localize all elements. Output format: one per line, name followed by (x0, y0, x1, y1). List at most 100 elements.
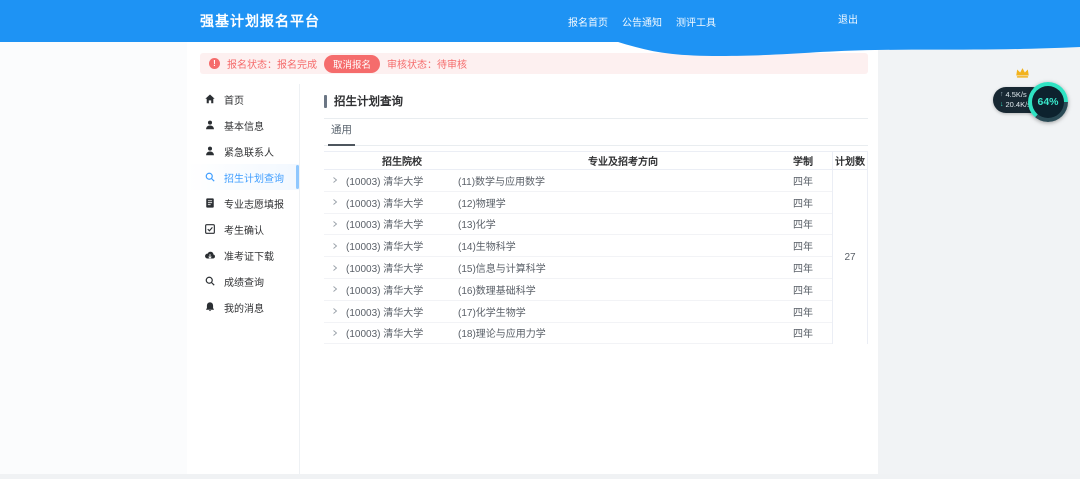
sidebar-item-label: 紧急联系人 (224, 144, 274, 159)
college-cell: (10003) 清华大学 (346, 282, 458, 297)
nav-item-notice[interactable]: 公告通知 (622, 14, 662, 29)
table-row[interactable]: (10003) 清华大学(12)物理学四年 (324, 192, 832, 214)
check-icon (204, 223, 216, 235)
search-icon (204, 171, 216, 183)
bell-icon (204, 301, 216, 313)
duration-cell: 四年 (788, 238, 832, 253)
duration-cell: 四年 (788, 260, 832, 275)
percent-value: 64% (1037, 96, 1058, 108)
expand-chevron-icon[interactable] (324, 285, 346, 293)
section-title-row: 招生计划查询 (324, 93, 868, 109)
sidebar-item-ticket-download[interactable]: 准考证下载 (187, 242, 299, 268)
duration-cell: 四年 (788, 282, 832, 297)
registration-status-text: 报名状态：报名完成 (227, 56, 317, 71)
sidebar-menu: 首页基本信息紧急联系人招生计划查询专业志愿填报考生确认准考证下载成绩查询我的消息 (187, 84, 300, 474)
info-icon: ! (209, 58, 220, 69)
app-title: 强基计划报名平台 (200, 0, 320, 42)
expand-chevron-icon[interactable] (324, 264, 346, 272)
upload-arrow-icon: ↑ (1000, 91, 1004, 100)
sidebar-item-home[interactable]: 首页 (187, 86, 299, 112)
tab-general[interactable]: 通用 (328, 122, 355, 146)
college-cell: (10003) 清华大学 (346, 173, 458, 188)
nav-item-home[interactable]: 报名首页 (568, 14, 608, 29)
table-header-row: 招生院校 专业及招考方向 学制 计划数 (324, 151, 868, 170)
nav-item-guide[interactable]: 测评工具 (676, 14, 716, 29)
sidebar-item-label: 首页 (224, 92, 244, 107)
sidebar-item-major-preference[interactable]: 专业志愿填报 (187, 190, 299, 216)
expand-chevron-icon[interactable] (324, 307, 346, 315)
page-title: 招生计划查询 (334, 93, 403, 109)
college-cell: (10003) 清华大学 (346, 304, 458, 319)
download-icon (204, 249, 216, 261)
user-icon (204, 119, 216, 131)
table-row[interactable]: (10003) 清华大学(18)理论与应用力学四年 (324, 323, 832, 345)
plan-count-cell: 27 (832, 170, 868, 344)
table-rows: (10003) 清华大学(11)数学与应用数学四年(10003) 清华大学(12… (324, 170, 832, 344)
sidebar-item-candidate-confirm[interactable]: 考生确认 (187, 216, 299, 242)
search-icon (204, 275, 216, 287)
college-cell: (10003) 清华大学 (346, 216, 458, 231)
section-title-bar (324, 95, 327, 108)
header-major: 专业及招考方向 (458, 152, 788, 169)
header-nav: 报名首页公告通知测评工具 (568, 0, 716, 42)
major-cell: (15)信息与计算科学 (458, 260, 788, 275)
doc-icon (204, 197, 216, 209)
duration-cell: 四年 (788, 216, 832, 231)
user-icon (204, 145, 216, 157)
sidebar-item-emergency-contact[interactable]: 紧急联系人 (187, 138, 299, 164)
table-row[interactable]: (10003) 清华大学(15)信息与计算科学四年 (324, 257, 832, 279)
expand-chevron-icon[interactable] (324, 220, 346, 228)
content-card: ! 报名状态：报名完成 取消报名 审核状态：待审核 首页基本信息紧急联系人招生计… (187, 42, 878, 474)
table-row[interactable]: (10003) 清华大学(17)化学生物学四年 (324, 301, 832, 323)
audit-status-text: 审核状态：待审核 (387, 56, 467, 71)
major-cell: (17)化学生物学 (458, 304, 788, 319)
header-college: 招生院校 (346, 152, 458, 169)
college-cell: (10003) 清华大学 (346, 260, 458, 275)
header-duration: 学制 (788, 152, 832, 169)
logout-link[interactable]: 退出 (838, 0, 858, 42)
app-window: 强基计划报名平台 报名首页公告通知测评工具 退出 ! 报名状态：报名完成 取消报… (0, 0, 1080, 479)
speed-monitor-overlay[interactable]: ↑ 4.5K/s ↓ 20.4K/s 64% (991, 66, 1073, 128)
top-header: 强基计划报名平台 报名首页公告通知测评工具 退出 (0, 0, 1080, 42)
expand-chevron-icon[interactable] (324, 176, 346, 184)
cancel-registration-button[interactable]: 取消报名 (324, 55, 380, 73)
sidebar-item-basic-info[interactable]: 基本信息 (187, 112, 299, 138)
major-cell: (16)数理基础科学 (458, 282, 788, 297)
sidebar-item-my-messages[interactable]: 我的消息 (187, 294, 299, 320)
sidebar-item-label: 考生确认 (224, 222, 264, 237)
table-row[interactable]: (10003) 清华大学(13)化学四年 (324, 214, 832, 236)
header-plan-count: 计划数 (832, 152, 868, 169)
progress-ring-inner: 64% (1032, 86, 1064, 118)
plan-table: 招生院校 专业及招考方向 学制 计划数 (10003) 清华大学(11)数学与应… (324, 151, 868, 344)
sidebar-item-score-query[interactable]: 成绩查询 (187, 268, 299, 294)
major-cell: (11)数学与应用数学 (458, 173, 788, 188)
tabs-bar: 通用 (324, 119, 868, 146)
home-icon (204, 93, 216, 105)
major-cell: (12)物理学 (458, 195, 788, 210)
upload-speed-value: 4.5K/s (1006, 91, 1027, 100)
college-cell: (10003) 清华大学 (346, 195, 458, 210)
table-body: (10003) 清华大学(11)数学与应用数学四年(10003) 清华大学(12… (324, 170, 868, 344)
sidebar-item-label: 我的消息 (224, 300, 264, 315)
download-arrow-icon: ↓ (1000, 101, 1004, 110)
expand-chevron-icon[interactable] (324, 329, 346, 337)
duration-cell: 四年 (788, 195, 832, 210)
header-spacer (324, 152, 346, 169)
college-cell: (10003) 清华大学 (346, 325, 458, 340)
page-bottom-edge (0, 474, 1080, 479)
duration-cell: 四年 (788, 325, 832, 340)
sidebar-item-label: 准考证下载 (224, 248, 274, 263)
content-row: 首页基本信息紧急联系人招生计划查询专业志愿填报考生确认准考证下载成绩查询我的消息… (187, 84, 878, 474)
progress-ring: 64% (1028, 82, 1068, 122)
expand-chevron-icon[interactable] (324, 198, 346, 206)
header-wave-decoration (560, 41, 1080, 58)
major-cell: (13)化学 (458, 216, 788, 231)
table-row[interactable]: (10003) 清华大学(14)生物科学四年 (324, 235, 832, 257)
table-row[interactable]: (10003) 清华大学(11)数学与应用数学四年 (324, 170, 832, 192)
expand-chevron-icon[interactable] (324, 242, 346, 250)
major-cell: (18)理论与应用力学 (458, 325, 788, 340)
sidebar-item-label: 基本信息 (224, 118, 264, 133)
sidebar-item-plan-query[interactable]: 招生计划查询 (187, 164, 299, 190)
sidebar-item-label: 成绩查询 (224, 274, 264, 289)
table-row[interactable]: (10003) 清华大学(16)数理基础科学四年 (324, 279, 832, 301)
